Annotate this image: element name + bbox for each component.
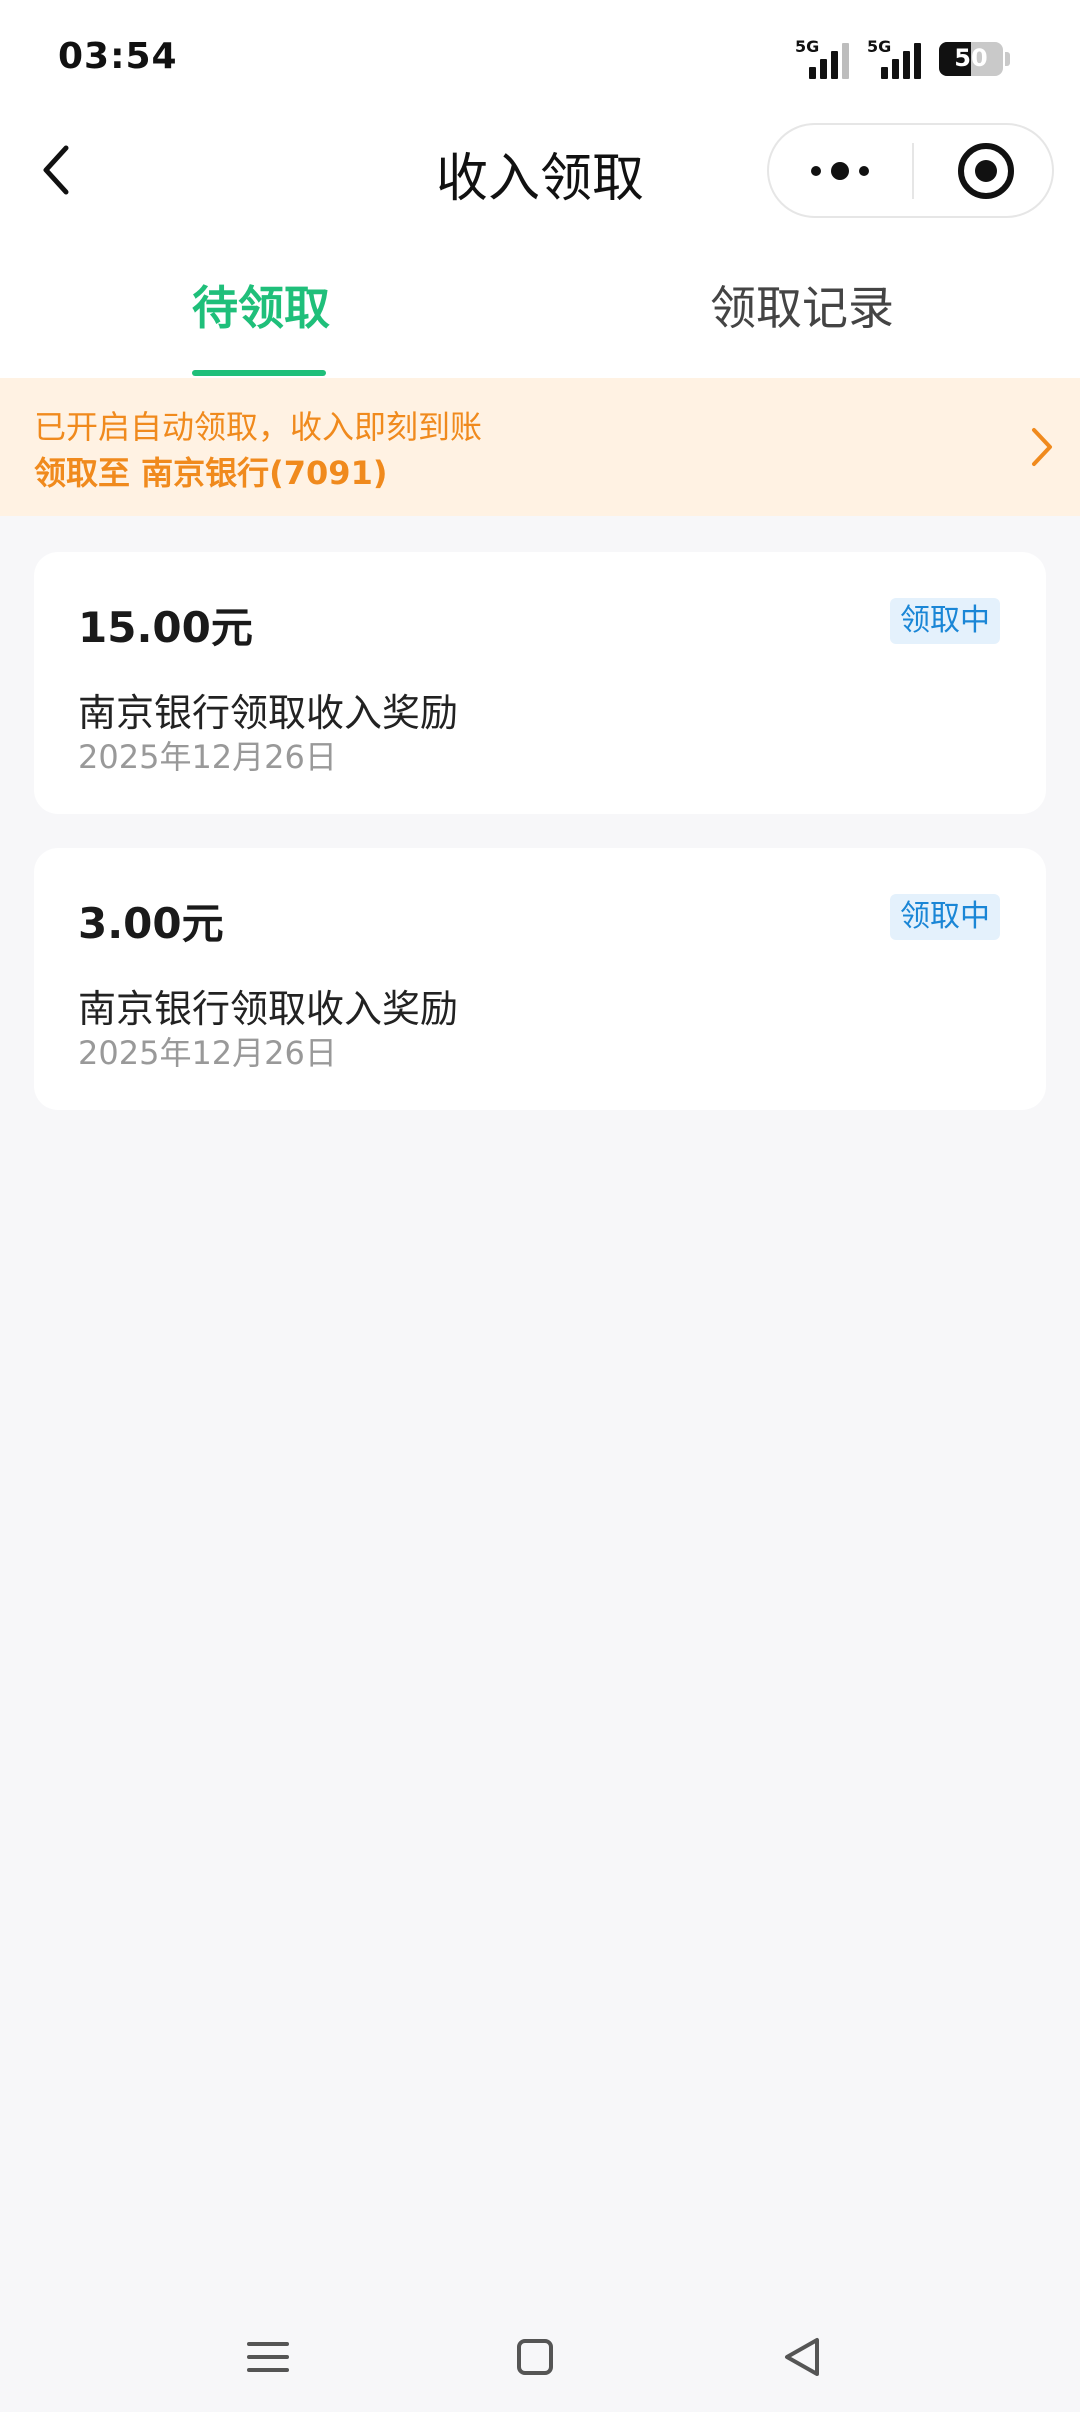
signal-label: 5G (867, 37, 892, 56)
record-description: 南京银行领取收入奖励 (78, 691, 459, 735)
record-description: 南京银行领取收入奖励 (78, 987, 459, 1031)
auto-claim-banner[interactable]: 已开启自动领取，收入即刻到账 领取至 南京银行(7091) (0, 378, 1080, 516)
signal-icon: 5G (867, 37, 925, 81)
status-badge: 领取中 (890, 598, 1000, 644)
record-date: 2025年12月26日 (78, 1034, 337, 1072)
header-area: 03:54 5G 5G 50 收入领取 待领取 领取记录 (0, 0, 1080, 378)
home-square-icon (517, 2339, 553, 2375)
signal-label: 5G (795, 37, 820, 56)
record-date: 2025年12月26日 (78, 738, 337, 776)
home-button[interactable] (500, 2322, 570, 2392)
banner-line1: 已开启自动领取，收入即刻到账 (34, 408, 483, 446)
status-time: 03:54 (58, 36, 178, 77)
status-icons: 5G 5G 50 (795, 36, 1010, 82)
tab-pending[interactable]: 待领取 (192, 272, 330, 338)
tab-records[interactable]: 领取记录 (710, 272, 894, 338)
record-card[interactable]: 3.00元 领取中 南京银行领取收入奖励 2025年12月26日 (34, 848, 1046, 1110)
chevron-right-icon (1032, 428, 1052, 466)
more-button[interactable] (769, 125, 911, 216)
battery-icon: 50 (939, 42, 1003, 76)
record-card[interactable]: 15.00元 领取中 南京银行领取收入奖励 2025年12月26日 (34, 552, 1046, 814)
signal-icon: 5G (795, 37, 853, 81)
menu-icon (247, 2342, 289, 2372)
system-navigation-bar (0, 2300, 1080, 2412)
record-amount: 3.00元 (78, 899, 224, 948)
back-triangle-icon (785, 2338, 819, 2376)
battery-level: 50 (954, 44, 988, 72)
target-close-icon (958, 143, 1014, 199)
mini-program-capsule (767, 123, 1054, 218)
banner-line2: 领取至 南京银行(7091) (34, 454, 388, 492)
status-badge: 领取中 (890, 894, 1000, 940)
record-amount: 15.00元 (78, 603, 253, 652)
active-tab-indicator (192, 370, 326, 376)
battery-cap (1005, 52, 1010, 66)
menu-button[interactable] (233, 2322, 303, 2392)
close-button[interactable] (914, 125, 1054, 216)
system-back-button[interactable] (767, 2322, 837, 2392)
more-dots-icon (811, 162, 869, 180)
